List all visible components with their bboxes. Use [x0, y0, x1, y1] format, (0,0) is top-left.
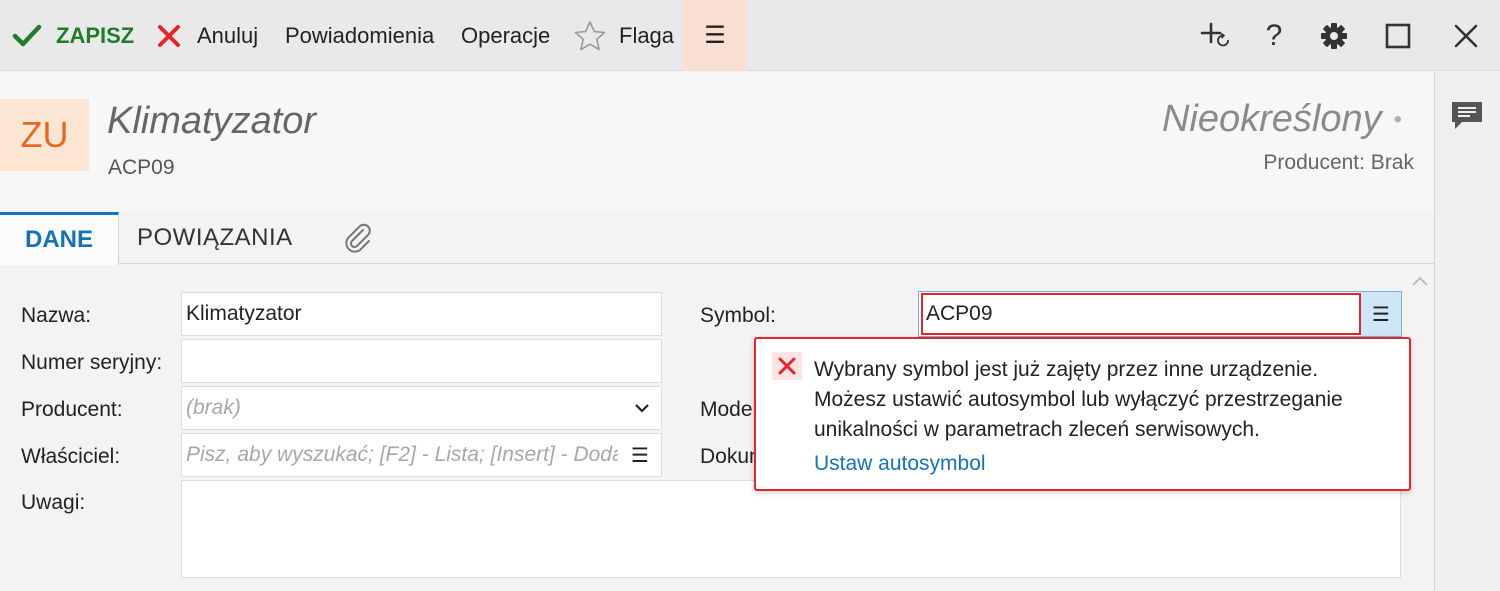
notes-textarea[interactable]: [181, 480, 1401, 578]
comments-button[interactable]: [1449, 98, 1485, 132]
maximize-icon: [1385, 23, 1411, 48]
settings-button[interactable]: [1304, 0, 1364, 71]
tab-bar: DANE POWIĄZANIA: [0, 212, 1434, 265]
cancel-label: Anuluj: [197, 22, 259, 48]
error-message: Wybrany symbol jest już zajęty przez inn…: [814, 358, 1343, 441]
status-indicator[interactable]: Nieokreślony •: [1162, 98, 1402, 141]
record-header: ZU Klimatyzator ACP09 Nieokreślony • Pro…: [0, 72, 1434, 212]
owner-placeholder: Pisz, aby wyszukać; [F2] - Lista; [Inser…: [186, 443, 618, 466]
more-menu-button[interactable]: ☰: [683, 0, 747, 71]
owner-list-button[interactable]: ☰: [625, 434, 655, 476]
producer-dropdown[interactable]: (brak): [181, 386, 662, 430]
gear-icon: [1321, 22, 1347, 49]
avatar: ZU: [0, 99, 89, 171]
close-x-icon: [158, 24, 180, 47]
status-dot: •: [1393, 105, 1402, 133]
serial-label: Numer seryjny:: [21, 351, 163, 374]
set-autosymbol-link[interactable]: Ustaw autosymbol: [814, 452, 986, 476]
symbol-options-button[interactable]: ☰: [1361, 292, 1401, 336]
comment-icon: [1452, 102, 1482, 129]
tab-dane-label: DANE: [24, 226, 93, 253]
list-icon: ☰: [1372, 303, 1390, 326]
producer-placeholder: (brak): [186, 396, 241, 419]
close-icon: [1454, 24, 1478, 47]
star-icon: [574, 20, 606, 50]
flag-label: Flaga: [619, 22, 675, 48]
symbol-input[interactable]: ACP09: [921, 293, 1361, 335]
help-button[interactable]: ?: [1244, 0, 1304, 71]
symbol-label: Symbol:: [700, 304, 776, 327]
status-label: Nieokreślony: [1161, 98, 1382, 140]
help-icon: ?: [1265, 18, 1283, 52]
tab-powiazania[interactable]: POWIĄZANIA: [137, 212, 293, 264]
close-window-button[interactable]: [1436, 0, 1496, 71]
producer-label: Producent:: [21, 398, 123, 421]
owner-search-field[interactable]: Pisz, aby wyszukać; [F2] - Lista; [Inser…: [181, 433, 662, 477]
page-title: Klimatyzator: [107, 100, 317, 142]
notifications-label: Powiadomienia: [285, 22, 435, 48]
chevron-down-icon: [635, 404, 649, 413]
owner-label: Właściciel:: [21, 445, 121, 468]
cancel-button[interactable]: Anuluj: [157, 0, 258, 71]
notes-label: Uwagi:: [21, 491, 86, 514]
right-side-panel: [1434, 72, 1500, 591]
symbol-field-group: ACP09 ☰: [918, 291, 1402, 337]
tab-powiazania-label: POWIĄZANIA: [137, 224, 293, 251]
name-field[interactable]: Klimatyzator: [181, 292, 662, 336]
tab-dane[interactable]: DANE: [0, 212, 119, 265]
error-icon: [772, 352, 802, 380]
details-form: Nazwa: Klimatyzator Numer seryjny: Produ…: [0, 265, 1434, 591]
toolbar: ZAPISZ Anuluj Powiadomienia Operacje Fla…: [0, 0, 1500, 71]
operations-button[interactable]: Operacje: [461, 0, 550, 71]
operations-label: Operacje: [461, 22, 551, 48]
checkmark-icon: [12, 24, 42, 46]
paperclip-icon: [345, 223, 371, 253]
notifications-button[interactable]: Powiadomienia: [285, 0, 434, 71]
maximize-button[interactable]: [1368, 0, 1428, 71]
list-icon: ☰: [631, 444, 649, 467]
flag-button[interactable]: Flaga: [573, 0, 674, 71]
tab-attachments[interactable]: [340, 212, 376, 264]
menu-icon: ☰: [704, 22, 726, 49]
error-popup: Wybrany symbol jest już zajęty przez inn…: [754, 337, 1411, 491]
serial-number-field[interactable]: [181, 339, 662, 383]
name-label: Nazwa:: [21, 304, 92, 327]
producer-info: Producent: Brak: [1263, 151, 1414, 174]
add-refresh-icon: [1200, 22, 1229, 46]
save-button[interactable]: ZAPISZ: [12, 0, 134, 71]
symbol-value: ACP09: [926, 302, 993, 325]
scroll-up-icon[interactable]: [1408, 271, 1432, 291]
save-label: ZAPISZ: [56, 22, 135, 48]
name-value: Klimatyzator: [186, 302, 302, 325]
add-refresh-button[interactable]: [1186, 0, 1246, 71]
record-symbol: ACP09: [108, 156, 175, 179]
